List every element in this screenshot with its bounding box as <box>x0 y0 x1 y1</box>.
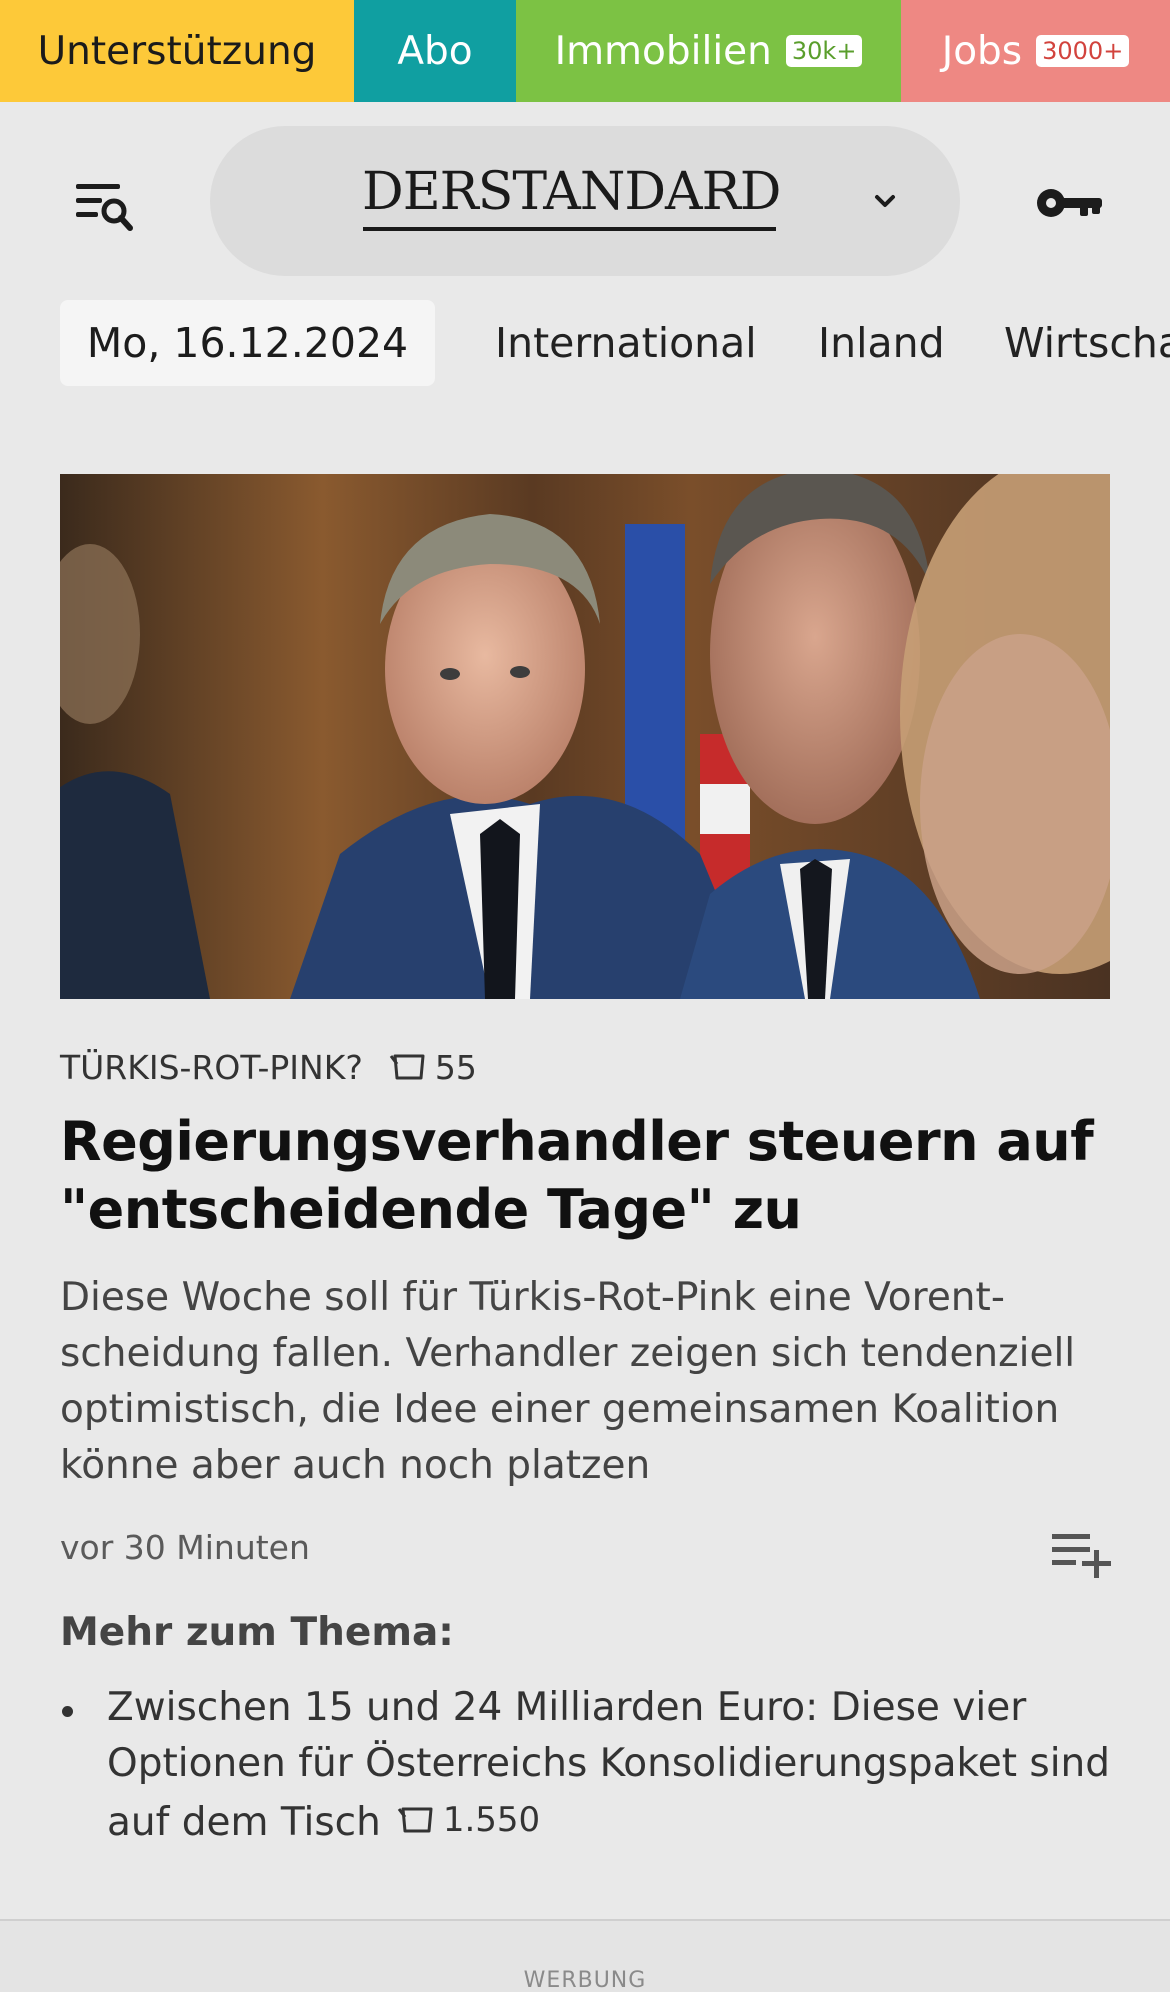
related-title: Mehr zum Thema: <box>60 1610 454 1655</box>
article-hero-image[interactable] <box>60 474 1110 999</box>
logo-button[interactable]: DERSTANDARD <box>210 126 960 276</box>
article-kicker-row: TÜRKIS-ROT-PINK? 55 <box>60 1042 477 1092</box>
comment-count: 55 <box>434 1047 477 1087</box>
section-nav: Mo, 16.12.2024 International Inland Wirt… <box>0 300 1170 386</box>
article-kicker: TÜRKIS-ROT-PINK? <box>60 1047 363 1087</box>
abo-label: Abo <box>397 28 473 74</box>
jobs-label: Jobs <box>941 28 1023 74</box>
article-headline[interactable]: Regierungsverhandler steuern auf "entsch… <box>60 1108 1120 1244</box>
abo-link[interactable]: Abo <box>354 0 516 102</box>
nav-item-international[interactable]: International <box>495 300 757 386</box>
logo-underline <box>363 227 776 231</box>
hero-photo <box>60 474 1110 999</box>
nav-item-wirtschaft[interactable]: Wirtscha <box>1004 300 1170 386</box>
add-to-list-button[interactable] <box>1050 1528 1112 1580</box>
comment-icon <box>389 1054 425 1080</box>
service-bar: Unterstützung Abo Immobilien 30k+ Jobs 3… <box>0 0 1170 102</box>
comment-icon <box>397 1807 433 1833</box>
jobs-link[interactable]: Jobs 3000+ <box>901 0 1170 102</box>
support-link[interactable]: Unterstützung <box>0 0 354 102</box>
related-item-text: Zwischen 15 und 24 Milliarden Euro: Dies… <box>107 1685 1111 1845</box>
playlist-add-icon <box>1052 1534 1111 1578</box>
article-teaser: Diese Woche soll für Türkis-Rot-Pink ein… <box>60 1275 1076 1488</box>
date-chip: Mo, 16.12.2024 <box>60 300 435 386</box>
immobilien-count-badge: 30k+ <box>785 35 863 67</box>
key-icon <box>1037 189 1102 217</box>
menu-search-icon <box>76 184 133 231</box>
comments-link[interactable]: 55 <box>389 1048 477 1087</box>
related-list: Zwischen 15 und 24 Milliarden Euro: Dies… <box>60 1680 1120 1851</box>
article-timestamp: vor 30 Minuten <box>60 1528 310 1567</box>
login-button[interactable] <box>1036 178 1106 228</box>
related-comment-count: 1.550 <box>442 1800 541 1840</box>
ad-label: WERBUNG <box>523 1968 647 1992</box>
menu-search-button[interactable] <box>70 178 140 238</box>
site-logo: DERSTANDARD <box>362 162 781 222</box>
chevron-down-icon <box>875 195 895 207</box>
support-label: Unterstützung <box>37 28 317 74</box>
related-comments[interactable]: 1.550 <box>397 1792 540 1848</box>
immobilien-label: Immobilien <box>554 28 772 74</box>
site-header: DERSTANDARD <box>0 102 1170 292</box>
immobilien-link[interactable]: Immobilien 30k+ <box>516 0 901 102</box>
nav-item-inland[interactable]: Inland <box>818 300 945 386</box>
jobs-count-badge: 3000+ <box>1036 35 1130 67</box>
related-item[interactable]: Zwischen 15 und 24 Milliarden Euro: Dies… <box>60 1680 1120 1851</box>
